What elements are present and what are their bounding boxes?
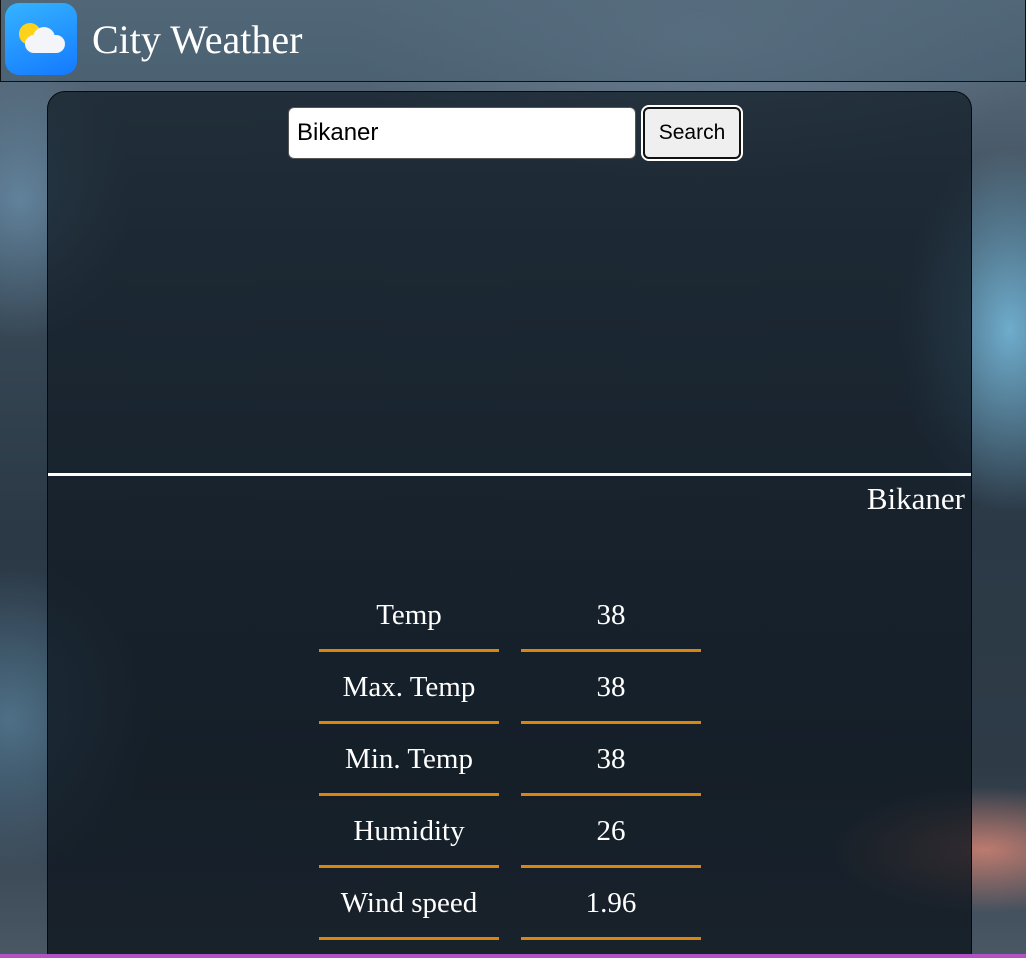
app-title: City Weather — [92, 17, 303, 62]
stat-value: 38 — [521, 580, 701, 652]
stat-value: 1.96 — [521, 868, 701, 940]
bottom-edge-strip — [0, 954, 1026, 958]
stat-label: Wind speed — [319, 868, 499, 940]
weather-stats-table: Temp 38 Max. Temp 38 Min. Temp 38 Humidi… — [297, 580, 723, 940]
stat-value: 26 — [521, 796, 701, 868]
table-row: Temp 38 — [319, 580, 701, 652]
table-row: Max. Temp 38 — [319, 652, 701, 724]
table-row: Humidity 26 — [319, 796, 701, 868]
stat-value: 38 — [521, 724, 701, 796]
stat-label: Max. Temp — [319, 652, 499, 724]
weather-sun-cloud-icon — [5, 3, 77, 75]
stat-label: Min. Temp — [319, 724, 499, 796]
cloud-base-shape — [25, 35, 65, 53]
section-divider — [48, 473, 971, 476]
stat-label: Humidity — [319, 796, 499, 868]
weather-panel: Search Bikaner Temp 38 Max. Temp 38 Min.… — [47, 91, 972, 958]
city-name: Bikaner — [866, 481, 965, 516]
city-search-input[interactable] — [288, 107, 636, 159]
table-row: Min. Temp 38 — [319, 724, 701, 796]
stat-label: Temp — [319, 580, 499, 652]
search-button[interactable]: Search — [641, 105, 743, 161]
table-row: Wind speed 1.96 — [319, 868, 701, 940]
stat-value: 38 — [521, 652, 701, 724]
app-header: City Weather — [0, 0, 1026, 82]
